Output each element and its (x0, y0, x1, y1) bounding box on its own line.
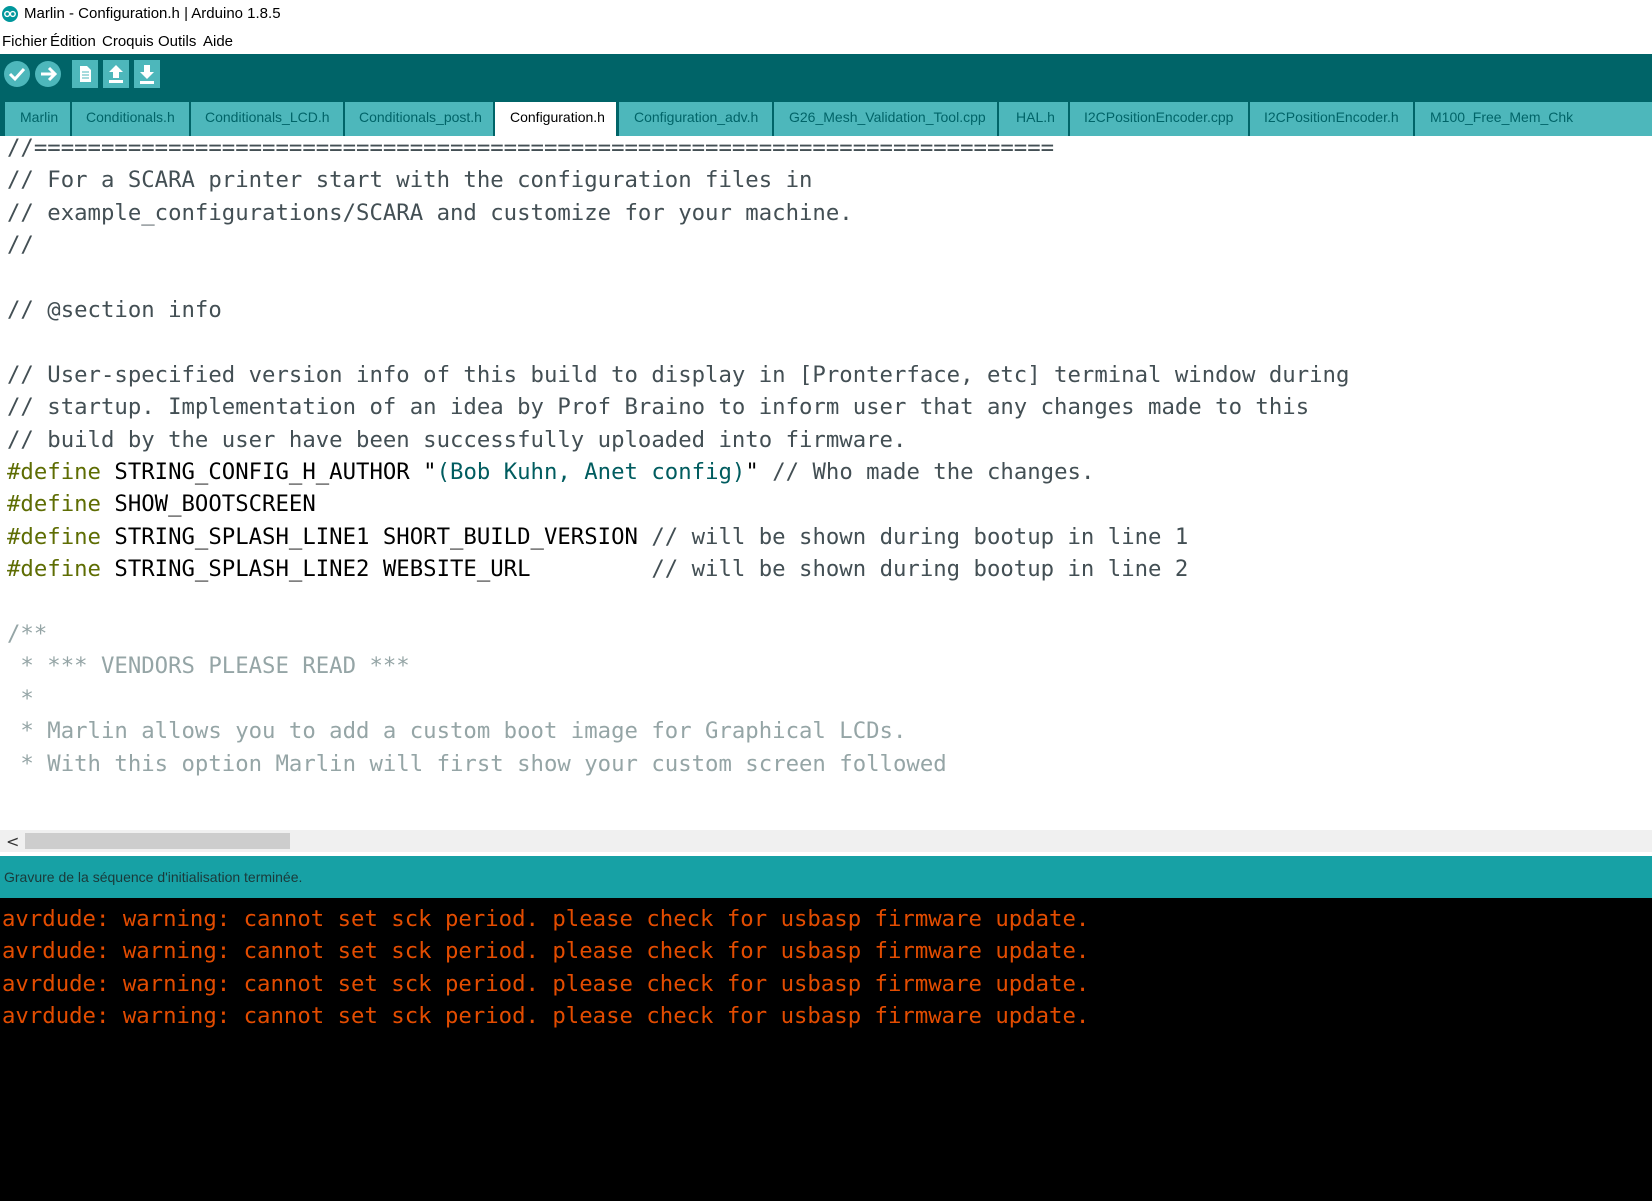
verify-button[interactable] (3, 60, 31, 88)
code-line: * With this option Marlin will first sho… (7, 750, 947, 778)
code-line: * Marlin allows you to add a custom boot… (7, 717, 906, 745)
code-token: (Bob Kuhn, Anet config) (436, 459, 746, 485)
code-token: // User-specified version info of this b… (7, 361, 1350, 388)
code-token: // For a SCARA printer start with the co… (7, 167, 813, 194)
code-line: // User-specified version info of this b… (7, 361, 1349, 389)
code-token: #define (7, 491, 101, 518)
code-token: // Who made the changes. (758, 459, 1095, 485)
tab-label: Marlin (20, 109, 59, 125)
code-line: #define STRING_SPLASH_LINE1 SHORT_BUILD_… (7, 523, 1188, 551)
tab-bar: Marlin Conditionals.h Conditionals_LCD.h… (0, 98, 1652, 136)
scroll-left-icon[interactable]: < (6, 832, 19, 851)
code-token: * With this option Marlin will first sho… (7, 750, 947, 777)
console-line: avrdude: warning: cannot set sck period.… (2, 906, 1090, 932)
scrollbar-thumb[interactable] (25, 833, 290, 849)
code-token: #define (7, 523, 101, 550)
code-token: // @section info (7, 297, 222, 323)
menu-bar: Fichier Édition Croquis Outils Aide (0, 28, 1652, 55)
tab-label: G26_Mesh_Validation_Tool.cpp (789, 109, 986, 125)
status-message: Gravure de la séquence d'initialisation … (4, 869, 303, 885)
code-token: STRING_SPLASH_LINE1 SHORT_BUILD_VERSION (100, 523, 652, 550)
code-line: * *** VENDORS PLEASE READ *** (7, 652, 410, 680)
save-icon (134, 60, 160, 88)
tab-i2cpositionencoder-h[interactable]: I2CPositionEncoder.h (1250, 102, 1413, 136)
tab-configuration-h[interactable]: Configuration.h (495, 102, 616, 136)
tab-label: Configuration_adv.h (634, 109, 759, 125)
code-line: #define STRING_SPLASH_LINE2 WEBSITE_URL … (7, 555, 1188, 583)
menu-edition[interactable]: Édition (50, 33, 96, 50)
menu-outils[interactable]: Outils (158, 33, 196, 50)
menu-fichier[interactable]: Fichier (2, 33, 47, 50)
code-line: // @section info (7, 296, 222, 324)
code-token: // startup. Implementation of an idea by… (7, 394, 1310, 421)
code-token: #define (7, 459, 101, 485)
code-token: //======================================… (7, 136, 1055, 161)
tab-configuration-adv-h[interactable]: Configuration_adv.h (619, 102, 772, 136)
new-icon (72, 60, 98, 88)
code-line: #define SHOW_BOOTSCREEN (7, 490, 316, 518)
code-token: // (7, 232, 34, 259)
new-sketch-button[interactable] (72, 60, 98, 88)
tab-m100-free-mem-chk[interactable]: M100_Free_Mem_Chk (1415, 102, 1652, 136)
code-line: // (7, 231, 34, 259)
open-button[interactable] (103, 60, 129, 88)
upload-icon (35, 61, 61, 87)
toolbar (0, 54, 1652, 98)
arduino-logo-icon (2, 6, 18, 22)
code-token: * Marlin allows you to add a custom boot… (7, 718, 907, 745)
code-token: // will be shown during bootup in line 2 (651, 556, 1189, 583)
code-token: STRING_SPLASH_LINE2 WEBSITE_URL (100, 556, 652, 583)
tab-i2cpositionencoder-cpp[interactable]: I2CPositionEncoder.cpp (1070, 102, 1248, 136)
code-line: // startup. Implementation of an idea by… (7, 393, 1309, 421)
tab-label: HAL.h (1016, 109, 1055, 125)
code-token: #define (7, 556, 101, 583)
tab-conditionals-post-h[interactable]: Conditionals_post.h (345, 102, 493, 136)
console-line: avrdude: warning: cannot set sck period.… (2, 938, 1090, 965)
code-token: " (745, 459, 759, 485)
menu-croquis[interactable]: Croquis (102, 33, 154, 50)
code-token: * *** VENDORS PLEASE READ *** (7, 653, 410, 680)
code-editor[interactable]: //======================================… (0, 136, 1652, 830)
title-bar: Marlin - Configuration.h | Arduino 1.8.5 (0, 0, 1652, 28)
tab-conditionals-lcd-h[interactable]: Conditionals_LCD.h (191, 102, 343, 136)
tab-conditionals-h[interactable]: Conditionals.h (72, 102, 189, 136)
code-token: /** (7, 621, 48, 647)
open-icon (103, 60, 129, 88)
tab-label: Conditionals.h (86, 109, 175, 125)
tab-label: M100_Free_Mem_Chk (1430, 109, 1574, 125)
tab-label: Conditionals_post.h (359, 109, 482, 125)
tab-hal-h[interactable]: HAL.h (999, 102, 1068, 136)
code-token: STRING_CONFIG_H_AUTHOR (100, 459, 424, 485)
code-token: * (7, 685, 34, 712)
code-token: " (423, 459, 437, 485)
code-line: // build by the user have been successfu… (7, 426, 906, 454)
console-line: avrdude: warning: cannot set sck period.… (2, 970, 1090, 997)
code-line: #define STRING_CONFIG_H_AUTHOR "(Bob Kuh… (7, 458, 1094, 486)
tab-label: I2CPositionEncoder.cpp (1084, 109, 1234, 125)
code-token: // example_configurations/SCARA and cust… (7, 199, 853, 226)
code-line: /** (7, 620, 47, 648)
code-token: // will be shown during bootup in line 1 (651, 523, 1189, 550)
console-line: avrdude: warning: cannot set sck period.… (2, 1003, 1090, 1030)
code-token: // build by the user have been successfu… (7, 426, 907, 453)
tab-marlin[interactable]: Marlin (5, 102, 70, 136)
code-token: SHOW_BOOTSCREEN (100, 491, 316, 518)
code-line: // example_configurations/SCARA and cust… (7, 199, 853, 227)
save-button[interactable] (134, 60, 160, 88)
console-output[interactable]: avrdude: warning: cannot set sck period.… (0, 898, 1652, 1201)
horizontal-scrollbar[interactable]: < (0, 830, 1652, 852)
tab-label: Configuration.h (510, 109, 605, 125)
menu-aide[interactable]: Aide (203, 33, 233, 50)
tab-label: Conditionals_LCD.h (205, 109, 330, 125)
code-line: // For a SCARA printer start with the co… (7, 166, 812, 194)
status-bar: Gravure de la séquence d'initialisation … (0, 856, 1652, 898)
tab-g26-mesh-validation-tool-cpp[interactable]: G26_Mesh_Validation_Tool.cpp (774, 102, 997, 136)
tab-label: I2CPositionEncoder.h (1264, 109, 1399, 125)
code-line: //======================================… (7, 136, 1054, 162)
code-line: * (7, 685, 34, 713)
upload-button[interactable] (34, 60, 62, 88)
window-title: Marlin - Configuration.h | Arduino 1.8.5 (24, 5, 281, 22)
verify-icon (4, 61, 30, 87)
